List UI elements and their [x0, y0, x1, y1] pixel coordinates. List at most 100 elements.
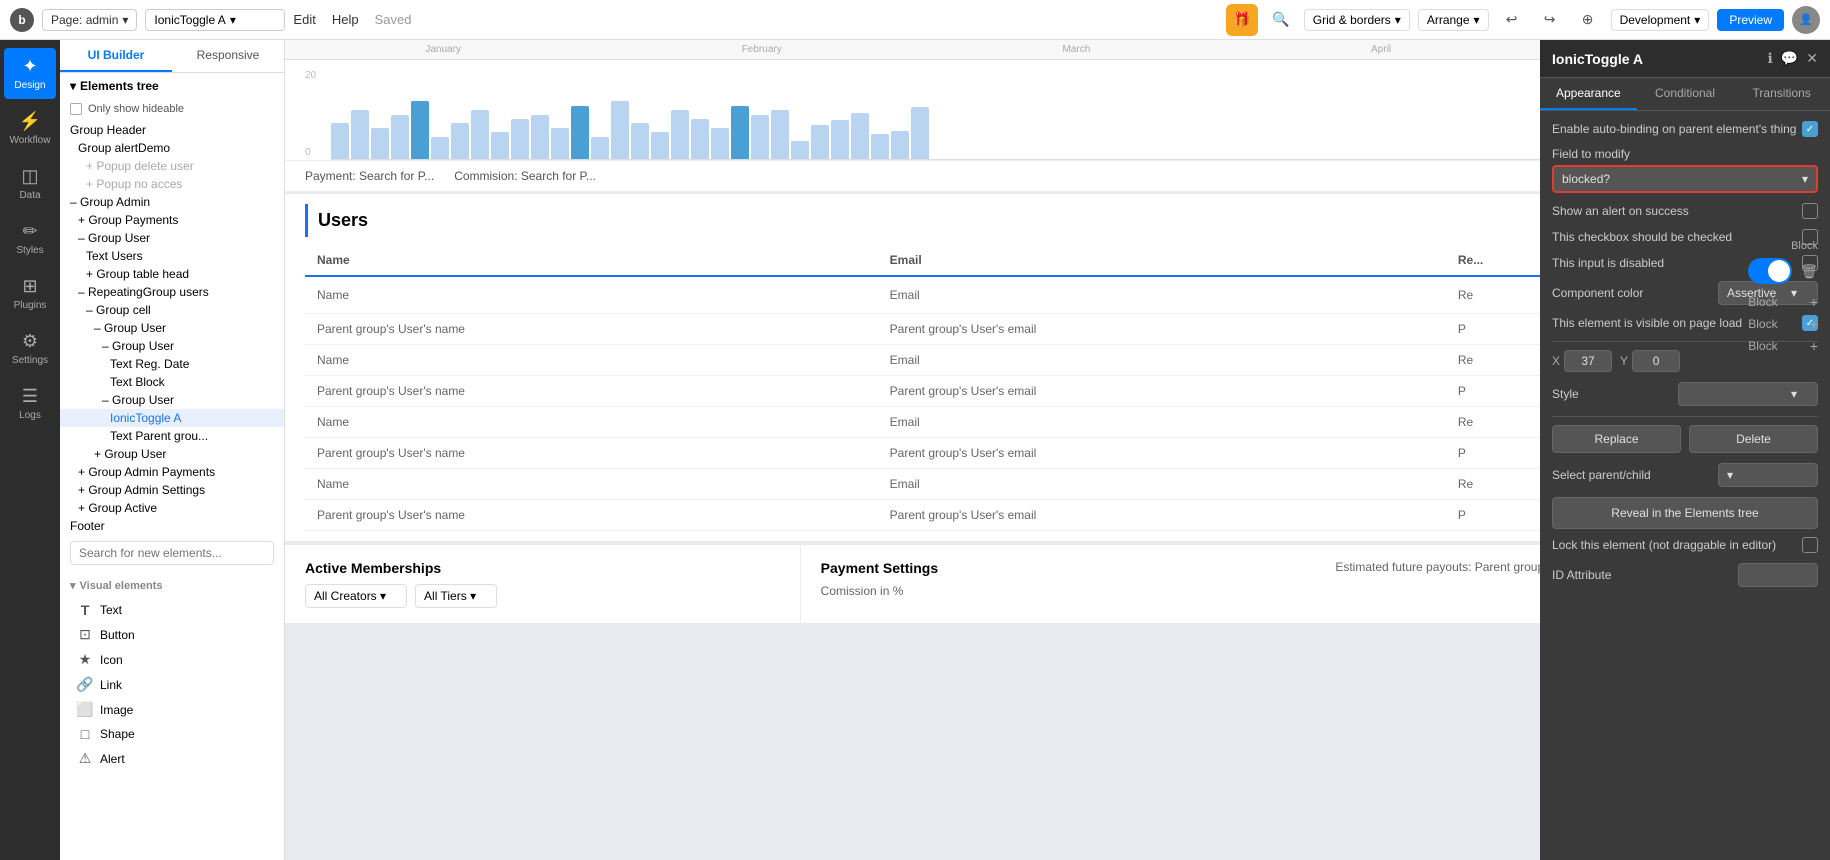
tree-item-ionictoggle-a[interactable]: IonicToggle A ✎: [60, 409, 284, 427]
field-to-modify-row: Field to modify blocked? ▾: [1552, 147, 1818, 193]
only-show-checkbox[interactable]: [70, 103, 82, 115]
page-label: Page: admin: [51, 13, 118, 27]
rp-toggle-preview[interactable]: [1748, 258, 1792, 284]
tree-item-group-payments[interactable]: + Group Payments: [60, 211, 284, 229]
tab-ui-builder[interactable]: UI Builder: [60, 40, 172, 72]
image-icon: ⬜: [76, 701, 94, 718]
page-selector[interactable]: Page: admin ▾: [42, 9, 137, 31]
col-name-header: Name: [305, 245, 878, 276]
style-select[interactable]: ▾: [1678, 382, 1818, 406]
visual-element-image[interactable]: ⬜ Image: [70, 697, 274, 722]
sidebar-item-data[interactable]: ◫ Data: [4, 158, 56, 209]
tree-item-group-user-5[interactable]: + Group User: [60, 445, 284, 463]
tree-item-text-parent-grou[interactable]: Text Parent grou...: [60, 427, 284, 445]
tab-appearance[interactable]: Appearance: [1540, 78, 1637, 110]
all-creators-select[interactable]: All Creators ▾: [305, 584, 407, 608]
tree-item-repeatinggroup-users[interactable]: – RepeatingGroup users: [60, 283, 284, 301]
element-selector[interactable]: IonicToggle A ▾: [145, 9, 285, 31]
chart-bar: [851, 113, 869, 159]
arrange-btn[interactable]: Arrange ▾: [1418, 9, 1489, 31]
logs-icon: ☰: [22, 386, 38, 407]
search-commission-label: Commision: Search for P...: [454, 169, 596, 183]
info-icon[interactable]: ℹ: [1768, 50, 1773, 67]
replace-button[interactable]: Replace: [1552, 425, 1681, 453]
development-btn[interactable]: Development ▾: [1611, 9, 1710, 31]
y-label-0: 0: [305, 147, 330, 158]
cell-email: Email: [878, 345, 1446, 376]
help-btn[interactable]: Help: [332, 12, 359, 27]
tree-item-group-admin-settings[interactable]: + Group Admin Settings: [60, 481, 284, 499]
close-icon[interactable]: ✕: [1806, 50, 1818, 67]
ruler-mark: January: [425, 44, 461, 55]
tab-conditional[interactable]: Conditional: [1637, 78, 1734, 110]
sidebar-item-design[interactable]: ✦ Design: [4, 48, 56, 99]
gift-icon[interactable]: 🎁: [1226, 4, 1258, 36]
tree-item-group-table-head[interactable]: + Group table head: [60, 265, 284, 283]
membership-selects: All Creators ▾ All Tiers ▾: [305, 584, 780, 608]
link-label: Link: [100, 678, 122, 692]
sidebar-item-logs[interactable]: ☰ Logs: [4, 378, 56, 429]
lock-element-checkbox[interactable]: [1802, 537, 1818, 553]
tree-item-footer[interactable]: Footer: [60, 517, 284, 535]
select-parent-child-select[interactable]: ▾: [1718, 463, 1818, 487]
field-to-modify-value: blocked?: [1562, 172, 1610, 186]
visual-element-text[interactable]: T Text: [70, 598, 274, 622]
tree-arrow: ▾: [70, 79, 76, 93]
tree-item-group-header[interactable]: Group Header ⊕✎: [60, 121, 284, 139]
tree-item-group-user-3[interactable]: – Group User: [60, 337, 284, 355]
sidebar-item-settings[interactable]: ⚙ Settings: [4, 323, 56, 374]
visual-element-link[interactable]: 🔗 Link: [70, 672, 274, 697]
tree-item-popup-delete-user[interactable]: + Popup delete user: [60, 157, 284, 175]
payment-settings-section: Payment Settings Comission in %: [801, 545, 1316, 623]
tree-item-group-cell[interactable]: – Group cell: [60, 301, 284, 319]
visual-element-alert[interactable]: ⚠ Alert: [70, 746, 274, 771]
tree-item-group-alertdemo[interactable]: Group alertDemo: [60, 139, 284, 157]
avatar[interactable]: 👤: [1792, 6, 1820, 34]
delete-button[interactable]: Delete: [1689, 425, 1818, 453]
tree-item-text-users[interactable]: Text Users: [60, 247, 284, 265]
tree-item-group-admin[interactable]: – Group Admin: [60, 193, 284, 211]
cell-name: Parent group's User's name: [305, 438, 878, 469]
reveal-button[interactable]: Reveal in the Elements tree: [1552, 497, 1818, 529]
tree-item-group-user-2[interactable]: – Group User: [60, 319, 284, 337]
right-panel-tabs: Appearance Conditional Transitions: [1540, 78, 1830, 111]
chat-icon[interactable]: 💬: [1781, 50, 1798, 67]
visual-element-shape[interactable]: □ Shape: [70, 722, 274, 746]
search-icon[interactable]: 🔍: [1266, 5, 1296, 35]
tree-item-text-block[interactable]: Text Block: [60, 373, 284, 391]
auto-binding-checkbox[interactable]: ✓: [1802, 121, 1818, 137]
preview-btn[interactable]: Preview: [1717, 9, 1784, 31]
search-elements-input[interactable]: [70, 541, 274, 565]
sidebar-item-workflow[interactable]: ⚡ Workflow: [4, 103, 56, 154]
tab-transitions[interactable]: Transitions: [1733, 78, 1830, 110]
sidebar-item-plugins[interactable]: ⊞ Plugins: [4, 268, 56, 319]
undo-icon[interactable]: ↩: [1497, 5, 1527, 35]
id-attribute-input[interactable]: [1738, 563, 1818, 587]
redo-icon[interactable]: ↪: [1535, 5, 1565, 35]
grid-borders-chevron: ▾: [1395, 13, 1401, 27]
field-to-modify-select[interactable]: blocked? ▾: [1552, 165, 1818, 193]
search-new-elements: [60, 535, 284, 571]
visual-element-icon[interactable]: ★ Icon: [70, 647, 274, 672]
grid-borders-btn[interactable]: Grid & borders ▾: [1304, 9, 1410, 31]
cell-email: Parent group's User's email: [878, 438, 1446, 469]
tab-responsive[interactable]: Responsive: [172, 40, 284, 72]
trash-icon[interactable]: 🗑: [1800, 263, 1818, 280]
cell-name: Name: [305, 345, 878, 376]
xy-inputs: X 37 Y 0: [1552, 350, 1680, 372]
workflow-label: Workflow: [10, 135, 51, 146]
visual-element-button[interactable]: ⊡ Button: [70, 622, 274, 647]
x-value[interactable]: 37: [1564, 350, 1612, 372]
tree-item-group-admin-payments[interactable]: + Group Admin Payments: [60, 463, 284, 481]
sidebar-item-styles[interactable]: ✏ Styles: [4, 213, 56, 264]
tree-item-group-user[interactable]: – Group User: [60, 229, 284, 247]
tree-item-text-reg-date[interactable]: Text Reg. Date ✎: [60, 355, 284, 373]
tree-item-group-active[interactable]: + Group Active: [60, 499, 284, 517]
zoom-icon[interactable]: ⊕: [1573, 5, 1603, 35]
show-alert-checkbox[interactable]: [1802, 203, 1818, 219]
tree-item-group-user-4[interactable]: – Group User: [60, 391, 284, 409]
edit-btn[interactable]: Edit: [293, 12, 315, 27]
all-tiers-select[interactable]: All Tiers ▾: [415, 584, 497, 608]
y-value[interactable]: 0: [1632, 350, 1680, 372]
tree-item-popup-no-acces[interactable]: + Popup no acces: [60, 175, 284, 193]
